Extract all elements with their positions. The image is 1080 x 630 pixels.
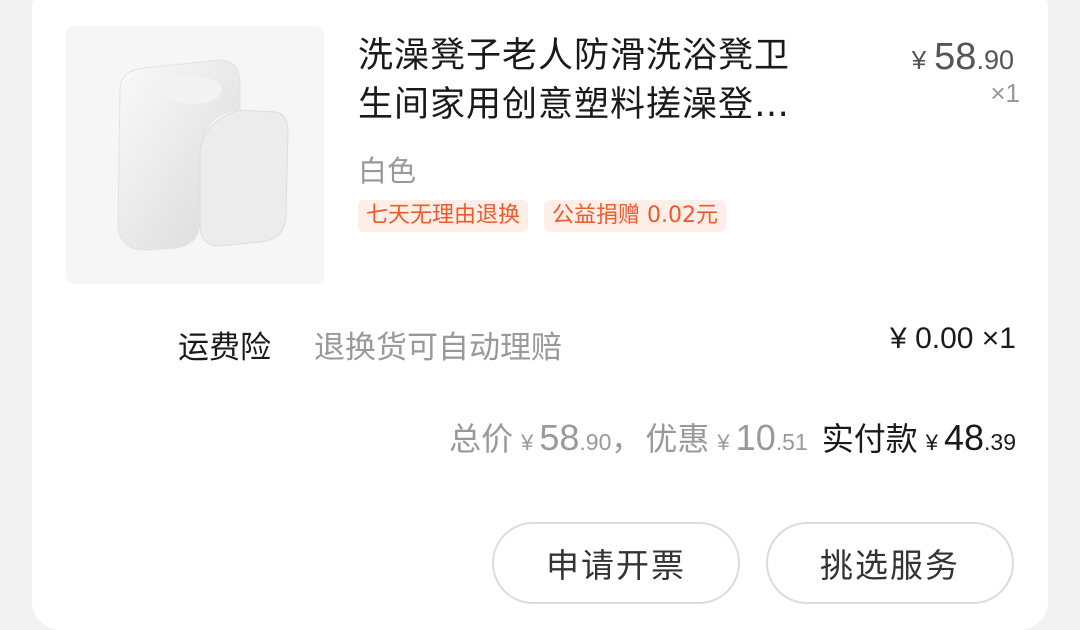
request-invoice-button[interactable]: 申请开票 [492, 522, 740, 604]
product-title[interactable]: 洗澡凳子老人防滑洗浴凳卫 生间家用创意塑料搓澡登… [358, 32, 858, 130]
product-tags: 七天无理由退换 公益捐赠 0.02元 [358, 200, 726, 232]
order-totals: 总价 ¥ 58 .90 ， 优惠 ¥ 10 .51 实付款 ¥ 48 .39 [449, 414, 1016, 460]
discount-integer: 10 [735, 417, 776, 458]
total-price-decimal: .90 [579, 429, 612, 455]
discount-label: 优惠 [645, 420, 710, 458]
discount-currency-symbol: ¥ [717, 430, 730, 455]
product-title-line-2: 生间家用创意塑料搓澡登… [358, 85, 791, 125]
totals-separator: ， [611, 424, 642, 457]
product-quantity: ×1 [990, 78, 1020, 108]
shipping-insurance-price: ¥ 0.00 ×1 [890, 322, 1016, 355]
tag-return-policy: 七天无理由退换 [358, 200, 529, 232]
total-price-label: 总价 [449, 420, 514, 458]
product-title-line-1: 洗澡凳子老人防滑洗浴凳卫 [358, 36, 791, 76]
price-decimal: .90 [976, 45, 1014, 75]
discount-decimal: .51 [775, 429, 808, 455]
currency-symbol: ¥ [911, 45, 927, 75]
paid-amount-integer: 48 [943, 417, 985, 458]
total-currency-symbol: ¥ [521, 430, 534, 455]
total-price-integer: 58 [539, 417, 580, 458]
stool-image-icon [117, 59, 289, 251]
price-integer: 58 [934, 36, 977, 78]
paid-amount-label: 实付款 [821, 420, 918, 458]
product-variant: 白色 [358, 154, 417, 188]
paid-currency-symbol: ¥ [925, 430, 938, 455]
product-image[interactable] [66, 26, 324, 284]
product-price: ¥58.90 [912, 36, 1014, 79]
paid-amount-decimal: .39 [984, 429, 1016, 455]
shipping-insurance-label: 运费险 [178, 330, 271, 366]
shipping-insurance-description: 退换货可自动理赔 [314, 330, 562, 366]
select-service-button[interactable]: 挑选服务 [766, 522, 1014, 604]
tag-charity-donation: 公益捐赠 0.02元 [544, 200, 726, 232]
